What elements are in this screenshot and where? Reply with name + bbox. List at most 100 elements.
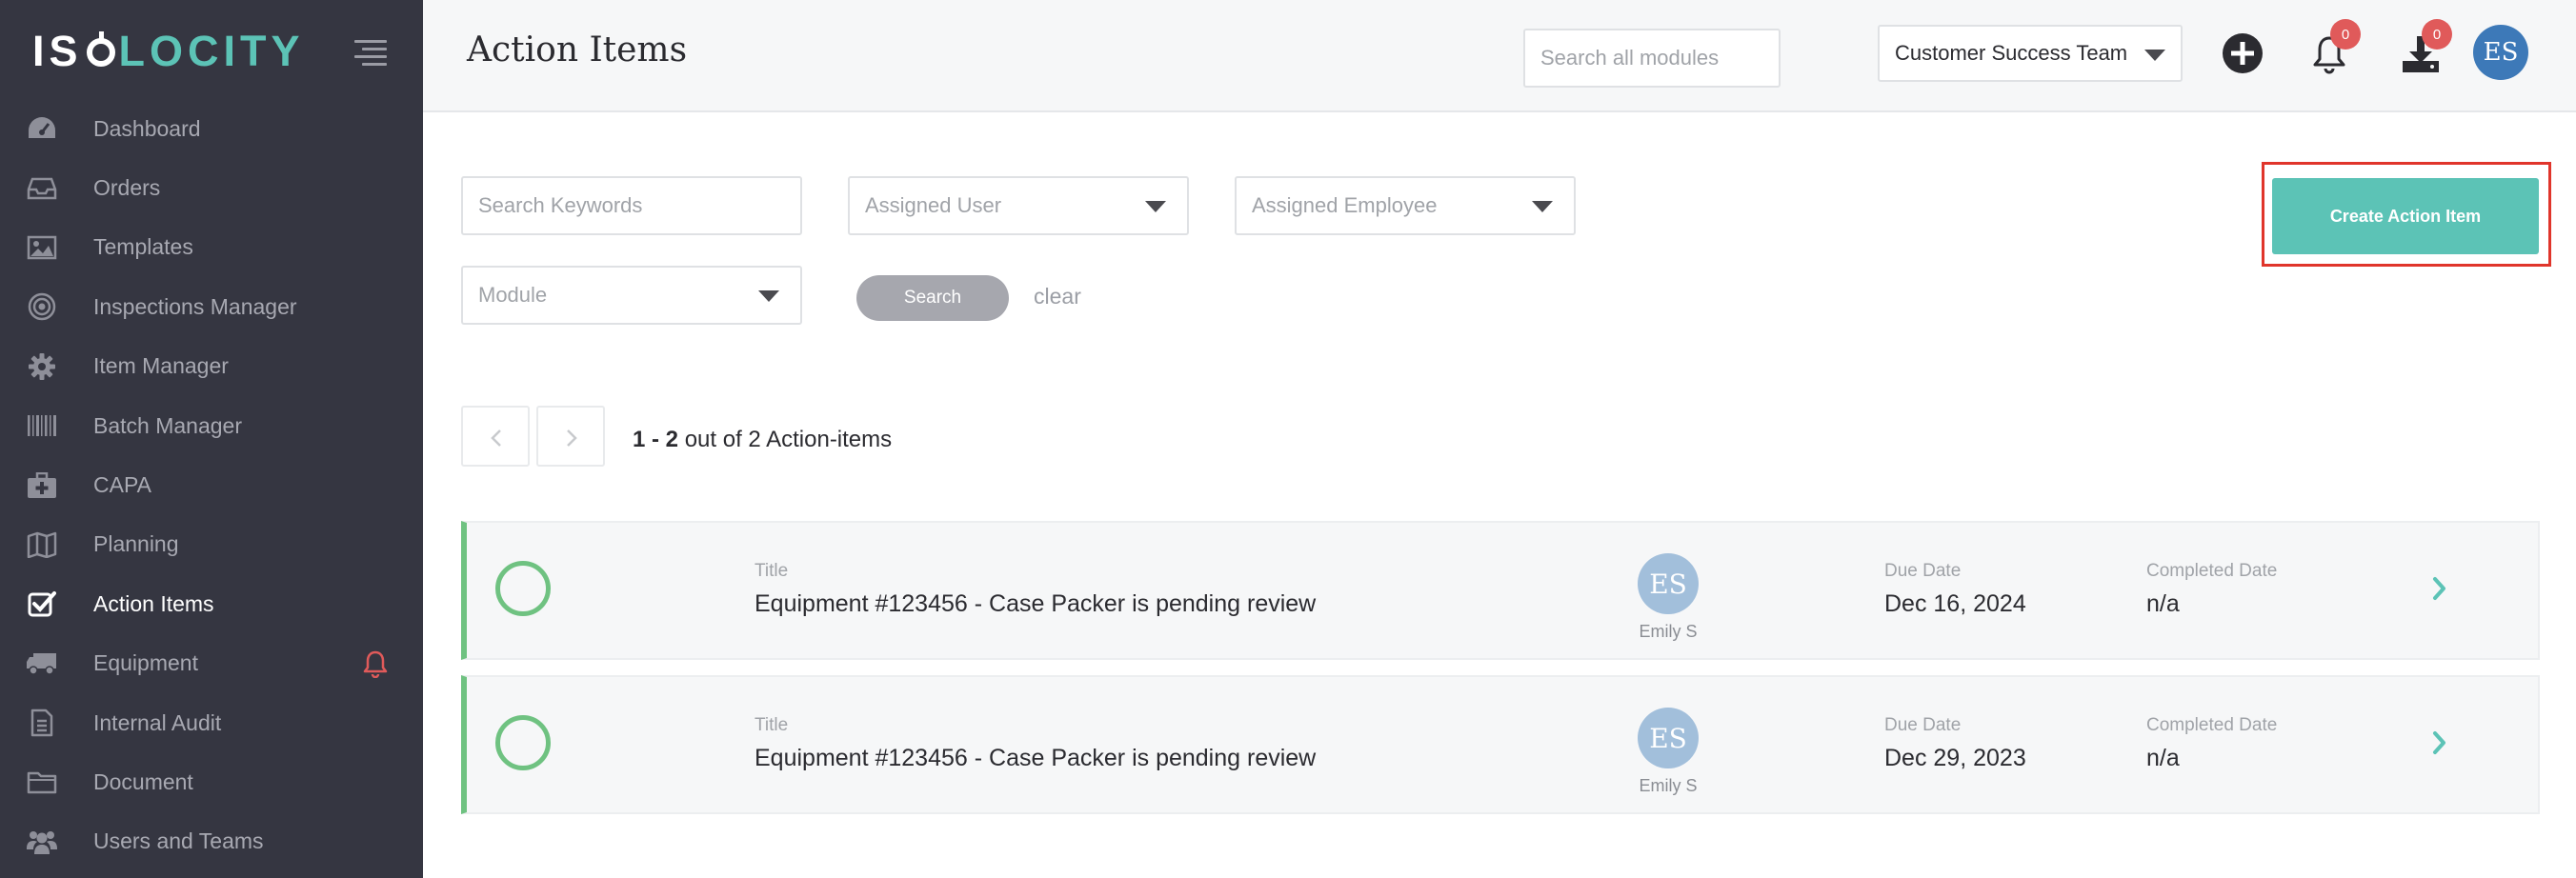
assignee-avatar: ES bbox=[1638, 553, 1699, 614]
downloads-badge: 0 bbox=[2422, 19, 2452, 50]
sidebar-collapse-menu-icon[interactable] bbox=[354, 40, 387, 66]
sidebar-item-label: Document bbox=[93, 768, 193, 794]
action-item-card[interactable]: Title Equipment #123456 - Case Packer is… bbox=[461, 521, 2540, 660]
notifications-button[interactable]: 0 bbox=[2311, 19, 2361, 76]
sidebar-item-label: Templates bbox=[93, 234, 193, 260]
logo-text-left: IS bbox=[32, 27, 83, 75]
pagination-summary: 1 - 2 out of 2 Action-items bbox=[633, 427, 892, 453]
first-aid-kit-icon bbox=[26, 469, 58, 502]
folder-icon bbox=[26, 766, 58, 798]
chevron-right-icon bbox=[567, 429, 577, 447]
create-action-item-highlight: Create Action Item bbox=[2262, 162, 2551, 267]
clear-filters-link[interactable]: clear bbox=[1034, 284, 1081, 309]
truck-icon bbox=[26, 648, 58, 680]
isolocity-logo[interactable]: IS LOCITY bbox=[32, 27, 305, 76]
sidebar-item-label: Equipment bbox=[93, 650, 198, 676]
action-item-title: Equipment #123456 - Case Packer is pendi… bbox=[755, 745, 1317, 771]
action-item-card[interactable]: Title Equipment #123456 - Case Packer is… bbox=[461, 675, 2540, 814]
sidebar-item-internal-audit[interactable]: Internal Audit bbox=[0, 693, 423, 752]
sidebar-item-inspections-manager[interactable]: Inspections Manager bbox=[0, 277, 423, 336]
team-selector-dropdown[interactable]: Customer Success Team bbox=[1878, 25, 2183, 82]
assigned-user-placeholder: Assigned User bbox=[865, 193, 1002, 217]
due-date-label: Due Date bbox=[1884, 715, 1962, 735]
document-icon bbox=[26, 707, 58, 739]
sidebar-item-action-items[interactable]: Action Items bbox=[0, 574, 423, 633]
assignee-name: Emily S bbox=[1639, 622, 1698, 641]
completed-date-value: n/a bbox=[2146, 590, 2180, 617]
team-selector-value: Customer Success Team bbox=[1895, 41, 2128, 65]
sidebar-item-equipment[interactable]: Equipment bbox=[0, 634, 423, 693]
assigned-user-dropdown[interactable]: Assigned User bbox=[848, 176, 1189, 235]
due-date-value: Dec 16, 2024 bbox=[1884, 590, 2026, 617]
top-header: Action Items Customer Success Team 0 0 E… bbox=[423, 0, 2576, 112]
next-page-button[interactable] bbox=[536, 406, 605, 467]
assigned-employee-placeholder: Assigned Employee bbox=[1252, 193, 1438, 217]
page-title: Action Items bbox=[467, 30, 688, 70]
sidebar-item-planning[interactable]: Planning bbox=[0, 515, 423, 574]
status-circle-toggle[interactable] bbox=[495, 561, 551, 616]
previous-page-button[interactable] bbox=[461, 406, 530, 467]
sidebar-item-label: Internal Audit bbox=[93, 709, 222, 735]
bell-alert-icon[interactable] bbox=[362, 649, 391, 678]
sidebar-item-label: Action Items bbox=[93, 590, 214, 616]
completed-date-label: Completed Date bbox=[2146, 561, 2278, 581]
module-dropdown[interactable]: Module bbox=[461, 266, 802, 325]
sidebar-item-orders[interactable]: Orders bbox=[0, 158, 423, 217]
create-action-item-button[interactable]: Create Action Item bbox=[2272, 178, 2539, 254]
dashboard-gauge-icon bbox=[26, 112, 58, 145]
add-new-button[interactable] bbox=[2222, 32, 2264, 74]
search-button[interactable]: Search bbox=[856, 275, 1009, 321]
chevron-left-icon bbox=[491, 429, 501, 447]
sidebar-item-templates[interactable]: Templates bbox=[0, 218, 423, 277]
image-icon bbox=[26, 231, 58, 264]
status-circle-toggle[interactable] bbox=[495, 715, 551, 770]
sidebar-item-label: Item Manager bbox=[93, 353, 229, 379]
module-placeholder: Module bbox=[478, 283, 548, 307]
title-label: Title bbox=[755, 561, 789, 581]
sidebar-item-item-manager[interactable]: Item Manager bbox=[0, 337, 423, 396]
plus-circle-icon bbox=[2223, 33, 2263, 73]
chevron-right-icon[interactable] bbox=[2431, 574, 2448, 603]
chevron-down-icon bbox=[758, 290, 779, 302]
gear-icon bbox=[26, 350, 58, 383]
chevron-down-icon bbox=[1532, 201, 1553, 212]
assigned-employee-dropdown[interactable]: Assigned Employee bbox=[1235, 176, 1576, 235]
chevron-down-icon bbox=[2144, 50, 2165, 61]
logo-text-right: LOCITY bbox=[118, 27, 305, 75]
users-icon bbox=[26, 826, 58, 858]
sidebar-item-dashboard[interactable]: Dashboard bbox=[0, 99, 423, 158]
search-keywords-input[interactable] bbox=[461, 176, 802, 235]
action-item-title: Equipment #123456 - Case Packer is pendi… bbox=[755, 590, 1317, 617]
downloads-button[interactable]: 0 bbox=[2401, 19, 2452, 76]
sidebar-item-label: Batch Manager bbox=[93, 412, 242, 438]
sidebar-item-users-and-teams[interactable]: Users and Teams bbox=[0, 812, 423, 871]
sidebar-item-label: Dashboard bbox=[93, 115, 201, 141]
user-avatar[interactable]: ES bbox=[2473, 25, 2528, 80]
sidebar-nav: Dashboard Orders Templates Inspections M… bbox=[0, 99, 423, 871]
sidebar-item-label: Users and Teams bbox=[93, 828, 264, 854]
checkbox-icon bbox=[26, 588, 58, 620]
completed-date-value: n/a bbox=[2146, 745, 2180, 771]
assignee-name: Emily S bbox=[1639, 776, 1698, 795]
chevron-right-icon[interactable] bbox=[2431, 728, 2448, 757]
global-search-input[interactable] bbox=[1523, 29, 1781, 88]
completed-date-label: Completed Date bbox=[2146, 715, 2278, 735]
target-icon bbox=[26, 290, 58, 323]
inbox-tray-icon bbox=[26, 172, 58, 205]
notifications-badge: 0 bbox=[2330, 19, 2361, 50]
sidebar-item-label: Inspections Manager bbox=[93, 293, 297, 319]
sidebar-item-label: Planning bbox=[93, 531, 179, 557]
assignee-avatar: ES bbox=[1638, 708, 1699, 768]
barcode-icon bbox=[26, 409, 58, 442]
sidebar-item-batch-manager[interactable]: Batch Manager bbox=[0, 396, 423, 455]
sidebar-item-label: CAPA bbox=[93, 472, 151, 498]
logo-power-o-icon bbox=[86, 31, 115, 67]
sidebar: IS LOCITY Dashboard Orders Templates Ins… bbox=[0, 0, 423, 878]
sidebar-item-capa[interactable]: CAPA bbox=[0, 455, 423, 514]
due-date-value: Dec 29, 2023 bbox=[1884, 745, 2026, 771]
map-icon bbox=[26, 529, 58, 561]
sidebar-item-document[interactable]: Document bbox=[0, 752, 423, 811]
sidebar-item-label: Orders bbox=[93, 175, 161, 201]
pagination-range: 1 - 2 bbox=[633, 427, 679, 452]
pagination-total: out of 2 Action-items bbox=[684, 427, 893, 452]
